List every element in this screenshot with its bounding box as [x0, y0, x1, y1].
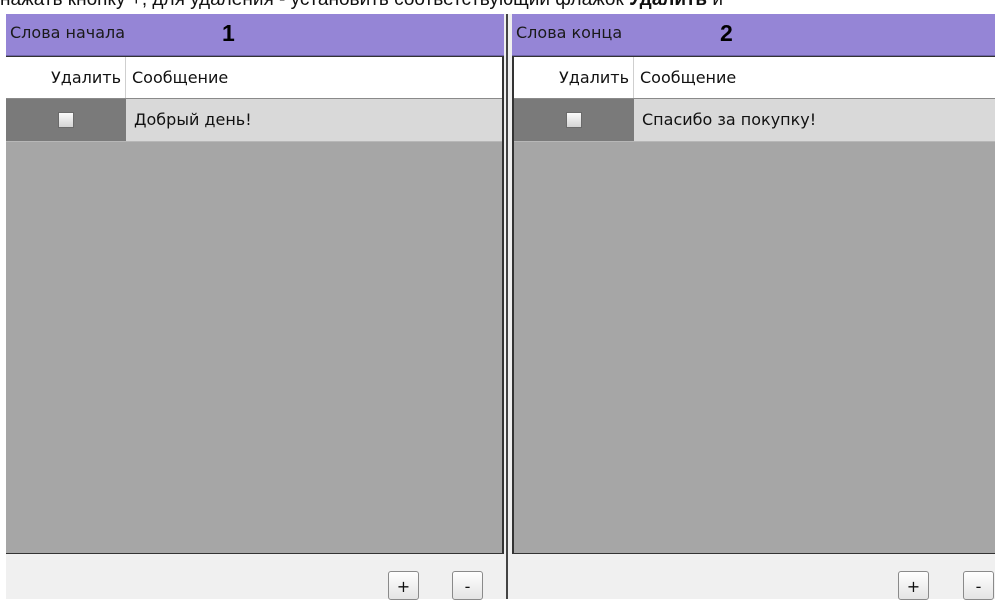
column-header-delete[interactable]: Удалить	[514, 57, 634, 98]
panel-title: Слова конца	[516, 23, 623, 42]
panel-footer: + -	[6, 554, 504, 600]
panel-divider[interactable]	[504, 14, 512, 599]
table-row[interactable]: Спасибо за покупку!	[514, 99, 995, 142]
add-button[interactable]: +	[388, 571, 419, 600]
instruction-text: нажать кнопку +, для удаления - установи…	[0, 0, 995, 11]
message-cell[interactable]: Спасибо за покупку!	[642, 99, 816, 141]
messages-table: Удалить Сообщение Спасибо за покупку!	[512, 56, 995, 555]
column-header-message[interactable]: Сообщение	[640, 57, 736, 98]
instruction-text-end: и	[707, 0, 723, 10]
remove-button[interactable]: -	[452, 571, 483, 600]
instruction-text-bold: Удалить	[629, 0, 707, 10]
delete-checkbox[interactable]	[566, 112, 582, 128]
add-button[interactable]: +	[898, 571, 929, 600]
table-row[interactable]: Добрый день!	[6, 99, 502, 142]
callout-number: 1	[222, 20, 235, 46]
panel-header: Слова начала 1	[6, 14, 504, 56]
column-header-delete[interactable]: Удалить	[6, 57, 126, 98]
panel-footer: + -	[512, 554, 995, 600]
remove-button[interactable]: -	[963, 571, 994, 600]
table-header: Удалить Сообщение	[514, 57, 995, 99]
delete-cell	[6, 99, 126, 141]
instruction-text-start: нажать кнопку +, для удаления - установи…	[0, 0, 629, 10]
message-cell[interactable]: Добрый день!	[134, 99, 252, 141]
start-words-panel: Слова начала 1 Удалить Сообщение Добрый …	[6, 14, 504, 600]
table-header: Удалить Сообщение	[6, 57, 502, 99]
panel-title: Слова начала	[10, 23, 126, 42]
delete-cell	[514, 99, 634, 141]
messages-table: Удалить Сообщение Добрый день!	[6, 56, 504, 555]
callout-number: 2	[720, 20, 733, 46]
end-words-panel: Слова конца 2 Удалить Сообщение Спасибо …	[512, 14, 995, 600]
delete-checkbox[interactable]	[58, 112, 74, 128]
panel-header: Слова конца 2	[512, 14, 995, 56]
column-header-message[interactable]: Сообщение	[132, 57, 228, 98]
